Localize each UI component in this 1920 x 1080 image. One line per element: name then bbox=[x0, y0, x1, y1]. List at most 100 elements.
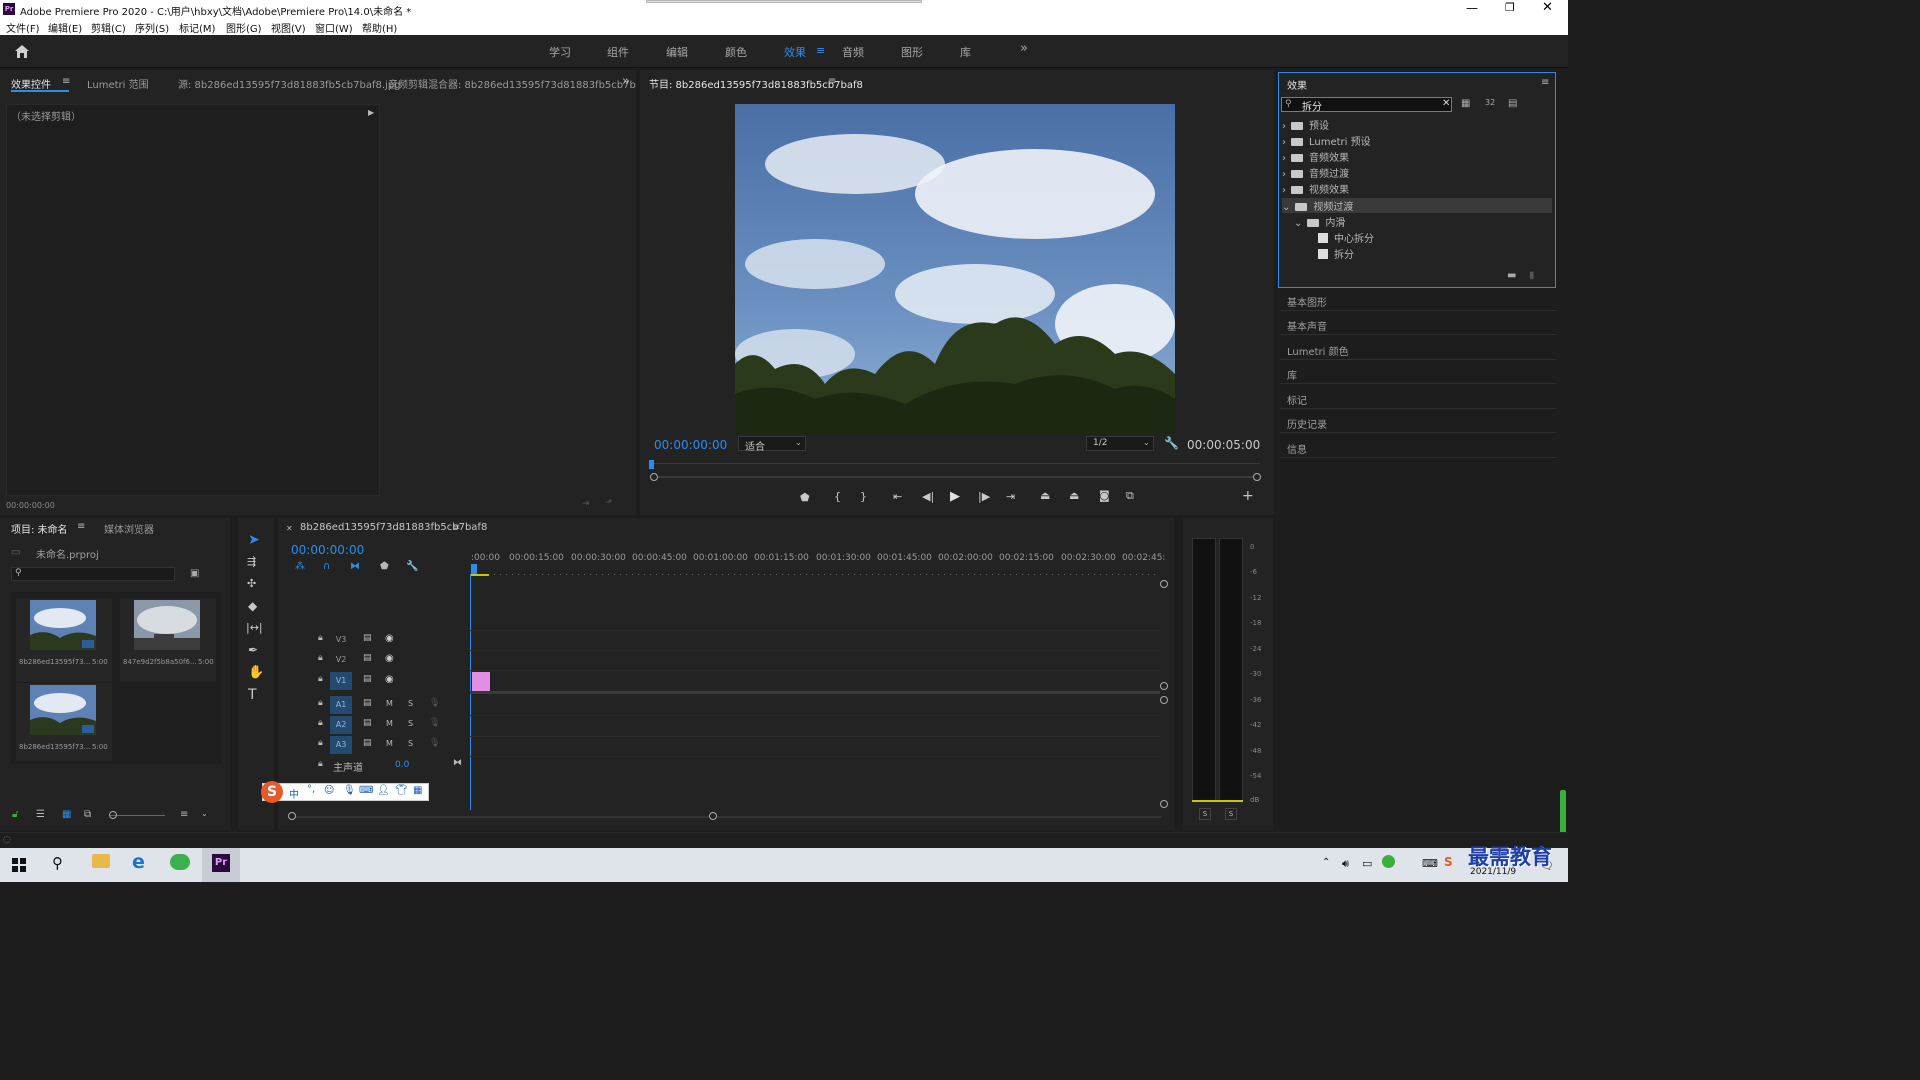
lock-icon[interactable]: 🔓︎ bbox=[12, 809, 18, 820]
workspace-learn[interactable]: 学习 bbox=[549, 44, 571, 60]
linked-selection-icon[interactable]: ⧓ bbox=[350, 561, 360, 572]
menu-help[interactable]: 帮助(H) bbox=[362, 20, 397, 35]
effects-menu-icon[interactable]: ≡ bbox=[1541, 77, 1549, 88]
play-icon[interactable]: ▶ bbox=[950, 489, 960, 504]
menu-view[interactable]: 视图(V) bbox=[271, 20, 306, 35]
hand-tool-icon[interactable]: ✋ bbox=[248, 665, 264, 680]
slip-tool-icon[interactable]: |↔| bbox=[246, 621, 263, 634]
yuv-effects-icon[interactable]: ▤ bbox=[1508, 98, 1517, 109]
solo-left-button[interactable]: S bbox=[1199, 808, 1211, 820]
edge-browser-icon[interactable]: e bbox=[132, 851, 145, 873]
go-to-out-icon[interactable]: ⇥ bbox=[1006, 490, 1015, 503]
track-target-v3[interactable]: V3 bbox=[330, 631, 352, 649]
menu-sequence[interactable]: 序列(S) bbox=[135, 20, 169, 35]
track-target-a1[interactable]: A1 bbox=[330, 696, 352, 714]
vertical-zoom-handle[interactable] bbox=[1160, 696, 1168, 704]
restore-button[interactable]: ❐ bbox=[1505, 1, 1515, 14]
program-playhead[interactable] bbox=[649, 460, 654, 469]
panel-essential-graphics[interactable]: 基本图形 bbox=[1280, 289, 1556, 311]
add-marker-icon[interactable]: ⬟ bbox=[380, 561, 389, 572]
vertical-zoom-handle[interactable] bbox=[1160, 800, 1168, 808]
home-icon[interactable] bbox=[14, 44, 30, 59]
track-lock-icon[interactable]: 🔒︎ bbox=[318, 633, 323, 643]
more-workspaces-icon[interactable]: » bbox=[1020, 41, 1028, 56]
zoom-handle-left[interactable] bbox=[650, 473, 658, 481]
mark-out-icon[interactable]: } bbox=[860, 490, 867, 503]
scroll-handle-left[interactable] bbox=[288, 812, 296, 820]
menu-clip[interactable]: 剪辑(C) bbox=[91, 20, 126, 35]
more-tabs-icon[interactable]: » bbox=[622, 74, 630, 89]
effects-search-input[interactable]: ⚲ 拆分 ✕ bbox=[1281, 97, 1452, 113]
workspace-editing[interactable]: 编辑 bbox=[666, 44, 688, 60]
new-search-bin-icon[interactable]: ▣ bbox=[190, 568, 199, 579]
timeline-settings-wrench-icon[interactable]: 🔧 bbox=[406, 561, 418, 572]
workspace-menu-icon[interactable]: ≡ bbox=[816, 44, 825, 57]
effect-folder-slide[interactable]: ⌄ 内滑 bbox=[1282, 214, 1552, 229]
tab-effect-controls[interactable]: 效果控件 bbox=[11, 76, 51, 91]
tab-project[interactable]: 项目: 未命名 bbox=[11, 521, 68, 536]
solo-right-button[interactable]: S bbox=[1225, 808, 1237, 820]
punctuation-icon[interactable]: °, bbox=[307, 784, 315, 795]
panel-markers[interactable]: 标记 bbox=[1280, 387, 1556, 409]
panel-essential-sound[interactable]: 基本声音 bbox=[1280, 313, 1556, 335]
workspace-audio[interactable]: 音频 bbox=[842, 44, 864, 60]
track-lock-icon[interactable]: 🔒︎ bbox=[318, 738, 323, 748]
effect-folder-video-effects[interactable]: › 视频效果 bbox=[1282, 181, 1552, 196]
workspace-assembly[interactable]: 组件 bbox=[607, 44, 629, 60]
program-menu-icon[interactable]: ≡ bbox=[828, 76, 836, 87]
button-editor-plus-icon[interactable]: + bbox=[1242, 488, 1254, 504]
settings-wrench-icon[interactable]: 🔧 bbox=[1164, 436, 1179, 450]
tab-audio-clip-mixer[interactable]: 音频剪辑混合器: 8b286ed13595f73d81883fb5cb7b bbox=[388, 76, 636, 91]
lift-icon[interactable]: ⏏ bbox=[1040, 489, 1050, 502]
step-back-icon[interactable]: ◀| bbox=[922, 490, 934, 503]
menu-file[interactable]: 文件(F) bbox=[6, 20, 40, 35]
toggle-sync-lock-icon[interactable]: ▤ bbox=[363, 698, 372, 708]
track-lock-icon[interactable]: 🔒︎ bbox=[318, 718, 323, 728]
workspace-color[interactable]: 颜色 bbox=[725, 44, 747, 60]
track-target-a3[interactable]: A3 bbox=[330, 736, 352, 754]
track-target-v1[interactable]: V1 bbox=[330, 672, 352, 690]
slider-handle[interactable] bbox=[109, 811, 117, 819]
ime-language[interactable]: 中 bbox=[289, 786, 299, 801]
tray-chevron-up-icon[interactable]: ⌃ bbox=[1322, 857, 1330, 868]
scroll-handle-right[interactable] bbox=[709, 812, 717, 820]
panel-libraries[interactable]: 库 bbox=[1280, 362, 1556, 384]
project-menu-icon[interactable]: ≡ bbox=[77, 521, 85, 532]
wechat-icon[interactable] bbox=[170, 854, 190, 870]
effect-split[interactable]: 拆分 bbox=[1282, 246, 1552, 261]
solo-button[interactable]: S bbox=[408, 739, 413, 748]
resolution-dropdown[interactable]: 1/2 ⌄ bbox=[1086, 436, 1154, 451]
eye-icon[interactable]: ◉ bbox=[385, 633, 394, 644]
panel-history[interactable]: 历史记录 bbox=[1280, 411, 1556, 433]
new-bin-icon[interactable]: ▬ bbox=[1507, 270, 1516, 281]
menu-window[interactable]: 窗口(W) bbox=[315, 20, 353, 35]
horizontal-scrollbar[interactable] bbox=[292, 816, 1162, 818]
close-sequence-icon[interactable]: ✕ bbox=[286, 524, 293, 533]
icon-view-icon[interactable]: ▦ bbox=[62, 809, 71, 820]
taskbar-search-icon[interactable]: ⚲ bbox=[52, 854, 63, 872]
track-select-tool-icon[interactable]: ⇶ bbox=[247, 555, 256, 568]
eye-icon[interactable]: ◉ bbox=[385, 653, 394, 664]
panel-menu-icon[interactable]: ≡ bbox=[62, 76, 70, 87]
go-to-end-icon[interactable]: ⧓ bbox=[453, 758, 462, 768]
extract-icon[interactable]: ⏏ bbox=[1069, 489, 1079, 502]
file-explorer-icon[interactable] bbox=[92, 854, 110, 868]
toggle-sync-lock-icon[interactable]: ▤ bbox=[363, 653, 372, 663]
thumbnail-size-slider[interactable] bbox=[110, 815, 165, 816]
sogou-tray-icon[interactable]: S bbox=[1444, 855, 1453, 869]
right-scrollbar[interactable] bbox=[1560, 790, 1566, 838]
menu-marker[interactable]: 标记(M) bbox=[179, 20, 215, 35]
track-lock-icon[interactable]: 🔒︎ bbox=[318, 759, 323, 769]
mute-button[interactable]: M bbox=[386, 699, 393, 708]
timeline-menu-icon[interactable]: ≡ bbox=[452, 522, 460, 533]
solo-button[interactable]: S bbox=[408, 699, 413, 708]
skin-shirt-icon[interactable]: 👕︎ bbox=[395, 785, 408, 796]
32bit-effects-icon[interactable]: 32 bbox=[1485, 98, 1495, 107]
tab-media-browser[interactable]: 媒体浏览器 bbox=[104, 521, 154, 536]
chevron-down-icon[interactable]: ⌄ bbox=[201, 809, 208, 818]
compare-view-icon[interactable]: ⧉ bbox=[1126, 489, 1134, 503]
menu-graphics[interactable]: 图形(G) bbox=[226, 20, 262, 35]
panel-info[interactable]: 信息 bbox=[1280, 436, 1556, 458]
program-zoom-bar[interactable] bbox=[650, 476, 1260, 478]
close-window-button[interactable]: ✕ bbox=[1542, 0, 1553, 15]
